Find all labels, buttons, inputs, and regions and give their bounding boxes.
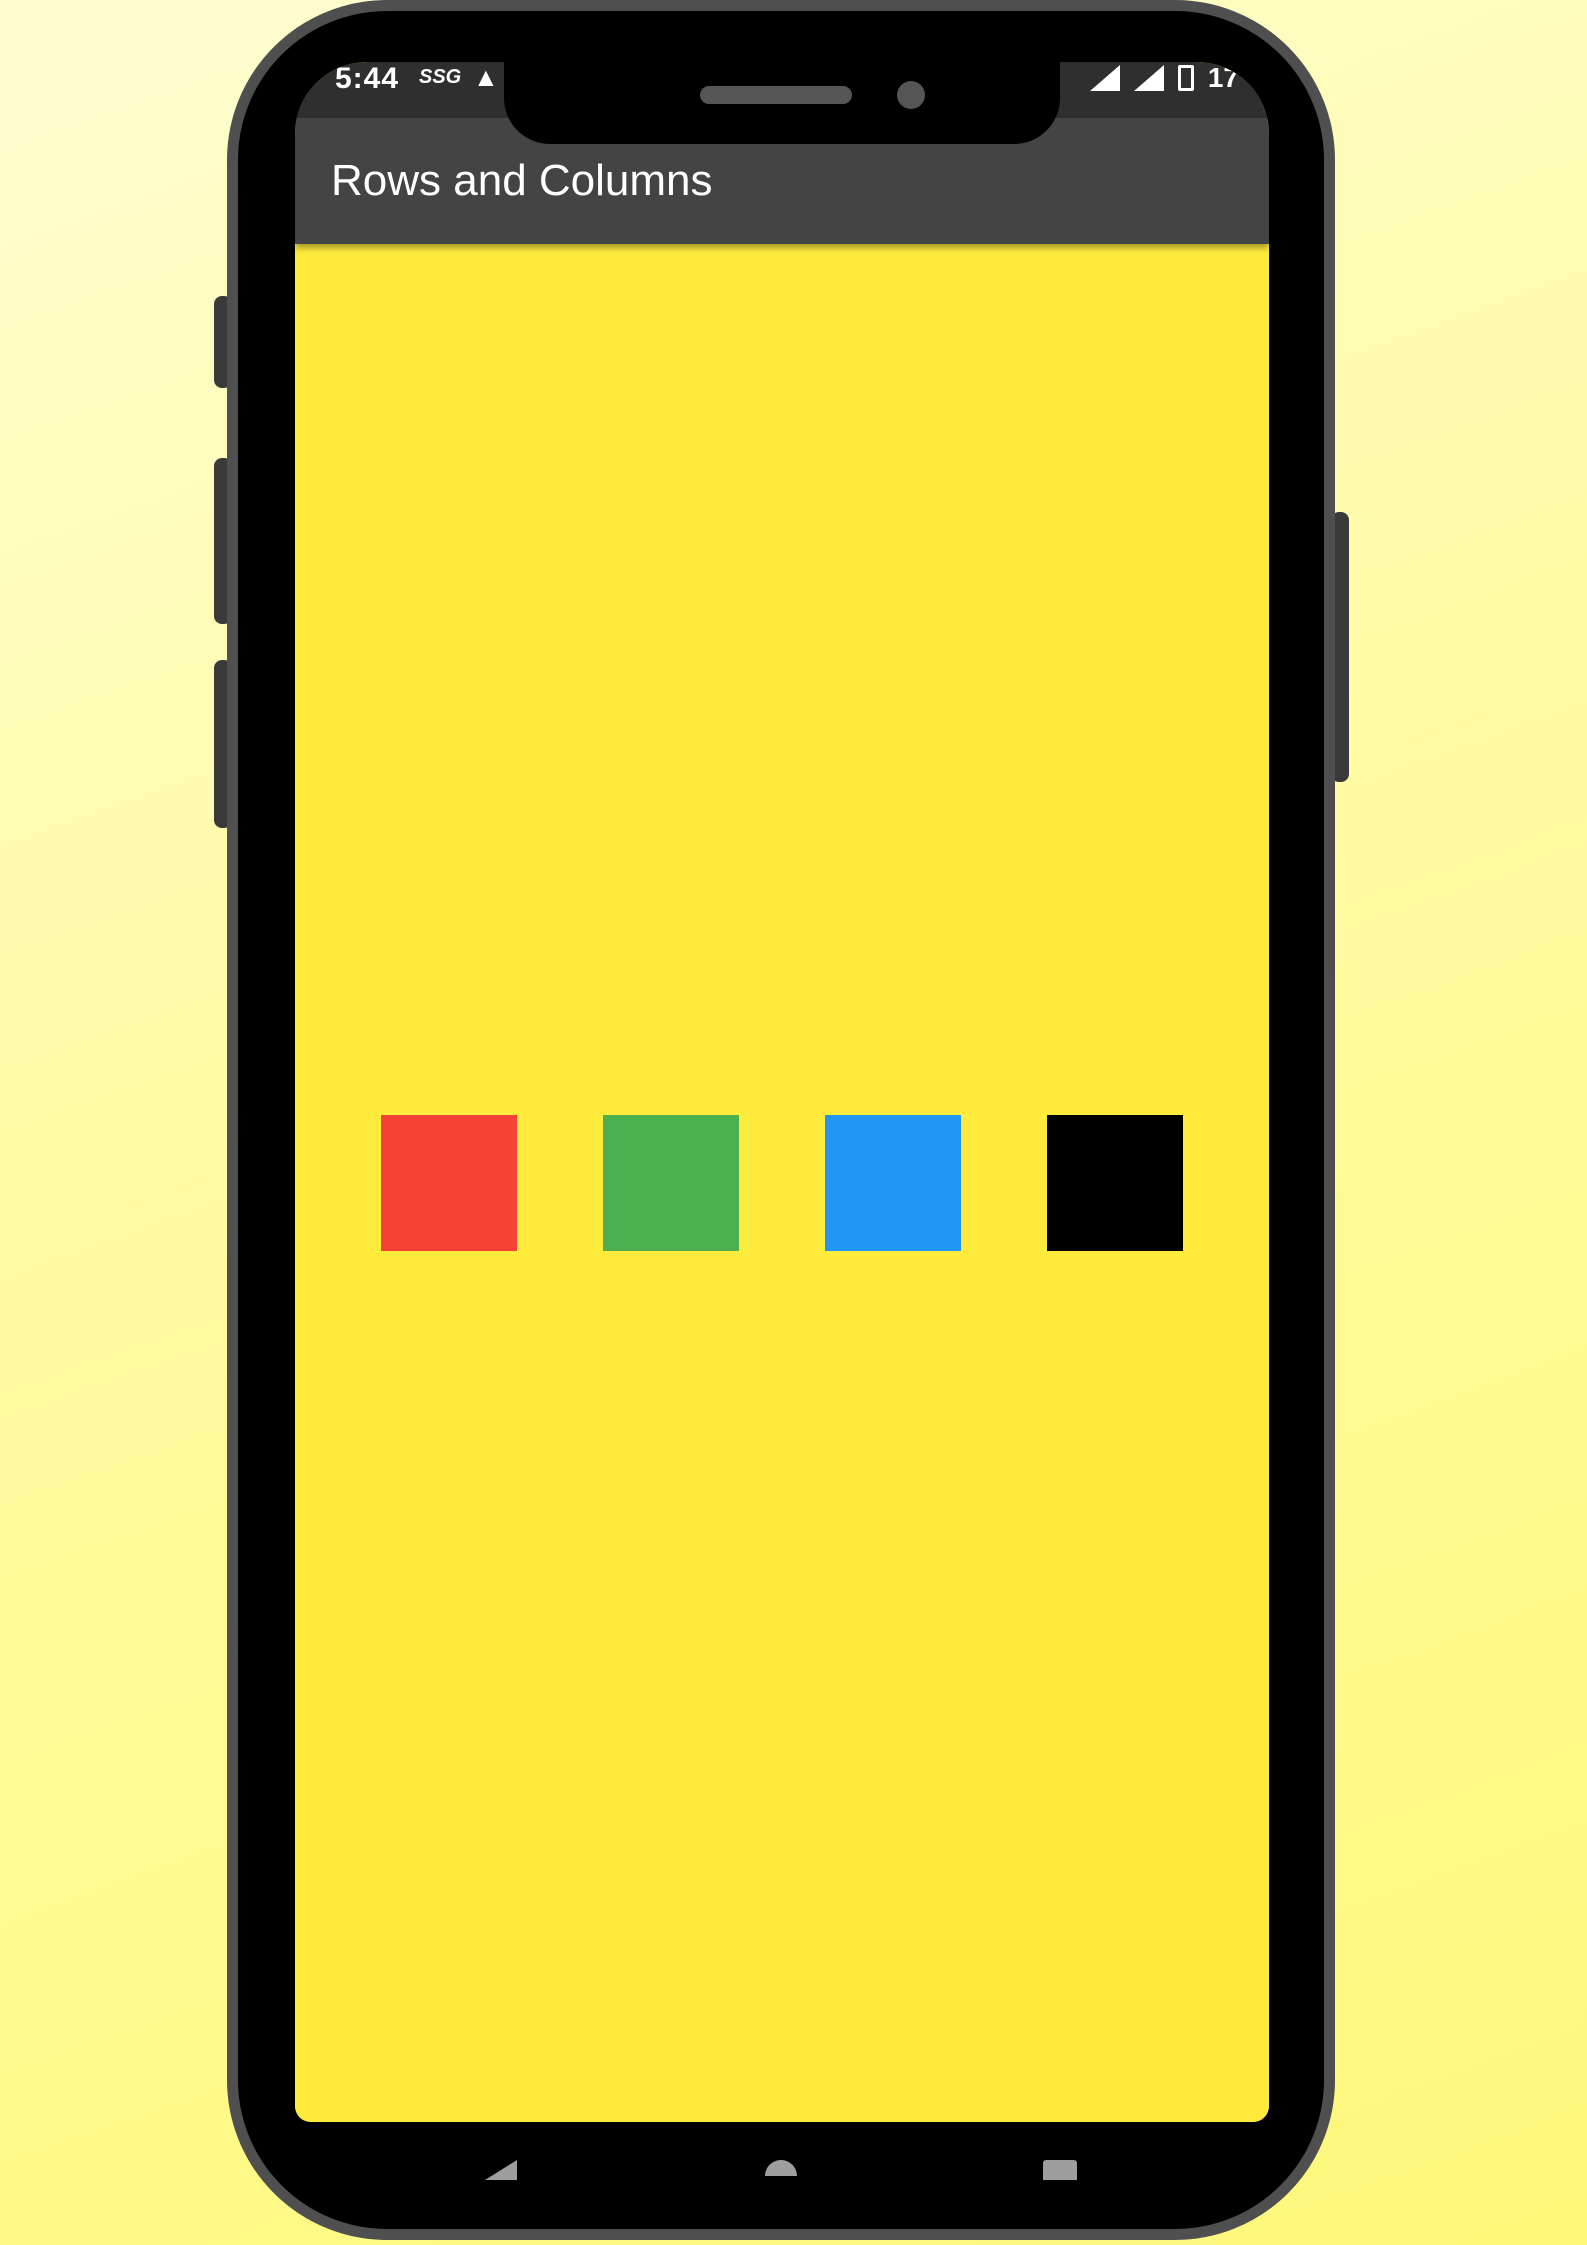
black-box: [1047, 1115, 1183, 1251]
phone-screen: 5:44 SSG ▲ 17 Rows and Columns: [295, 62, 1269, 2122]
body-area: [295, 244, 1269, 2122]
page-title: Rows and Columns: [331, 156, 713, 205]
earpiece-speaker: [700, 86, 852, 104]
status-time: 5:44: [335, 62, 400, 95]
battery-icon: [1177, 65, 1194, 91]
carrier-label: SSG: [419, 66, 462, 88]
cellular-icon: [1133, 65, 1164, 91]
red-box: [381, 1115, 517, 1251]
blue-box: [825, 1115, 961, 1251]
back-icon[interactable]: [485, 2160, 517, 2180]
green-box: [603, 1115, 739, 1251]
front-camera-icon: [897, 81, 925, 109]
signal-icon: [1089, 65, 1120, 91]
home-icon[interactable]: [765, 2160, 797, 2176]
navigation-bar: [295, 2150, 1269, 2180]
chat-notification-icon: ▲: [473, 62, 499, 92]
box-row: [295, 1115, 1269, 1251]
battery-level: 17: [1207, 62, 1239, 93]
recent-apps-icon[interactable]: [1043, 2160, 1077, 2180]
status-icons: 17: [1089, 62, 1239, 94]
